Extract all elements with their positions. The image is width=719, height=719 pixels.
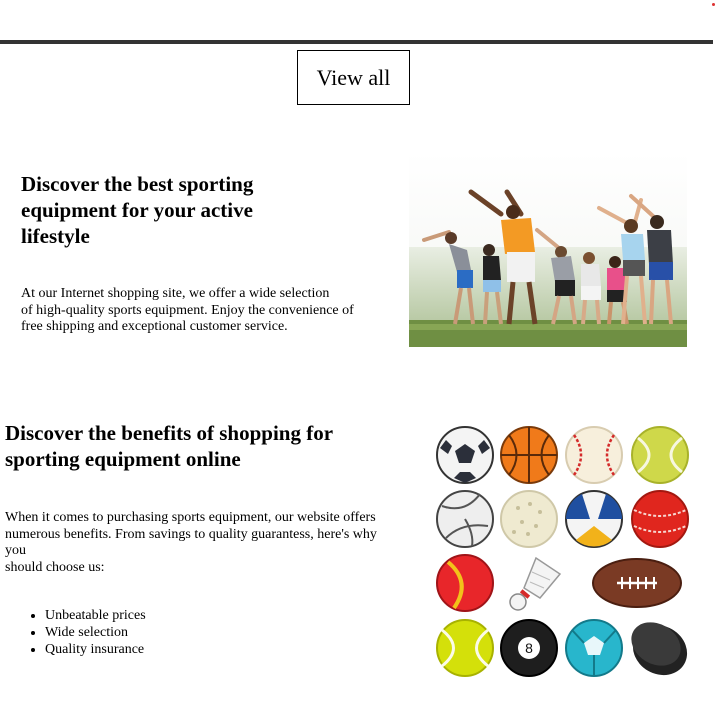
hockey-puck-icon bbox=[631, 622, 688, 676]
view-all-button[interactable]: View all bbox=[297, 50, 410, 105]
header-divider bbox=[0, 40, 713, 44]
svg-text:8: 8 bbox=[525, 640, 533, 656]
benefit-item: Wide selection bbox=[45, 624, 146, 641]
tennis-ball-yellow-icon bbox=[631, 426, 689, 484]
rubber-ball-icon bbox=[436, 554, 494, 612]
cricket-ball-icon bbox=[631, 490, 689, 548]
corner-dot bbox=[712, 3, 715, 6]
section1-body: At our Internet shopping site, we offer … bbox=[21, 286, 391, 336]
section2-body-line: numerous benefits. From savings to quali… bbox=[5, 526, 377, 542]
section2-body-line: When it comes to purchasing sports equip… bbox=[5, 510, 376, 525]
soccer-ball-icon bbox=[436, 426, 494, 484]
section2-title: Discover the benefits of shopping for sp… bbox=[5, 421, 333, 471]
american-football-icon bbox=[592, 558, 682, 608]
golf-ball-icon bbox=[500, 490, 558, 548]
baseball-icon bbox=[565, 426, 623, 484]
section1-body-line: At our Internet shopping site, we offer … bbox=[21, 286, 330, 301]
volleyball-icon bbox=[436, 490, 494, 548]
futsal-ball-icon bbox=[565, 619, 623, 677]
section2-body-line: you bbox=[5, 543, 26, 558]
section1-title: Discover the best sporting equipment for… bbox=[21, 172, 254, 248]
eight-ball-icon: 8 bbox=[500, 619, 558, 677]
volleyball-blue-yellow-icon bbox=[565, 490, 623, 548]
benefit-item: Unbeatable prices bbox=[45, 607, 146, 624]
section2-body-line: should choose us: bbox=[5, 559, 105, 575]
shuttlecock-icon bbox=[509, 556, 562, 611]
tennis-ball-icon bbox=[436, 619, 494, 677]
benefit-item: Quality insurance bbox=[45, 641, 146, 658]
benefits-list: Unbeatable prices Wide selection Quality… bbox=[5, 607, 146, 658]
section2-body: When it comes to purchasing sports equip… bbox=[5, 510, 407, 576]
section1-body-line: of high-quality sports equipment. Enjoy … bbox=[21, 302, 354, 318]
basketball-icon bbox=[500, 426, 558, 484]
section1-body-line: free shipping and exceptional customer s… bbox=[21, 319, 288, 334]
sports-balls-illustration: 8 bbox=[432, 422, 694, 684]
fitness-group-photo bbox=[409, 152, 687, 347]
